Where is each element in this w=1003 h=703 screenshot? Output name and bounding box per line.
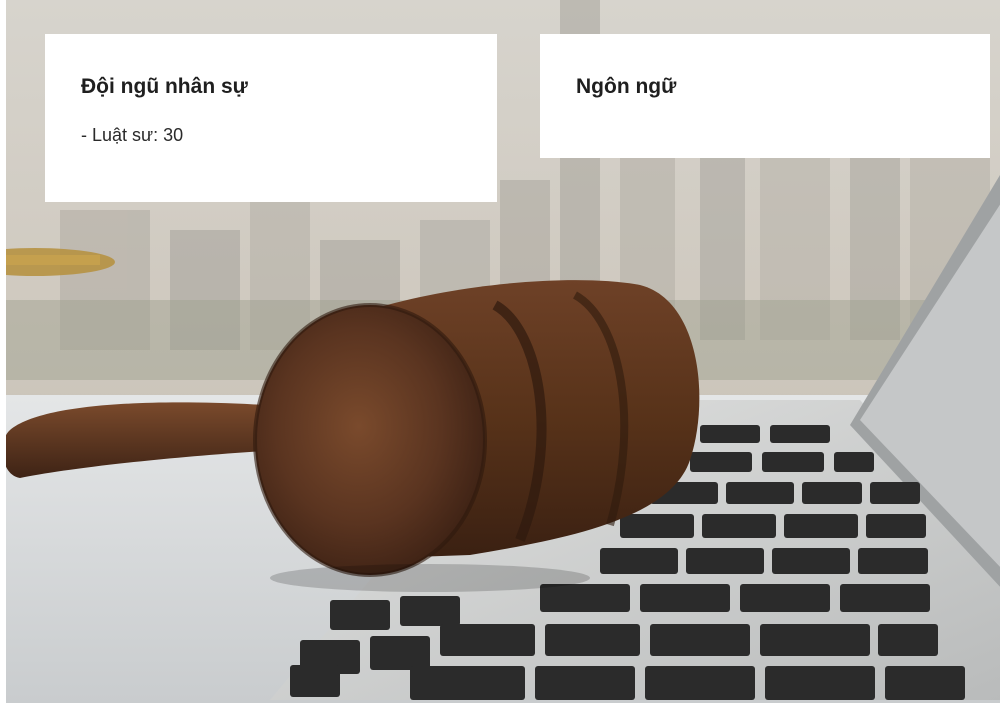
left-page-edge [0,0,6,703]
language-card: Ngôn ngữ [540,34,990,158]
language-card-title: Ngôn ngữ [576,75,677,98]
staff-card-title: Đội ngũ nhân sự [81,75,248,98]
page: Đội ngũ nhân sự - Luật sư: 30 Ngôn ngữ [0,0,1003,703]
lawyer-count-line: - Luật sư: 30 [81,125,184,145]
staff-card: Đội ngũ nhân sự - Luật sư: 30 [45,34,497,202]
